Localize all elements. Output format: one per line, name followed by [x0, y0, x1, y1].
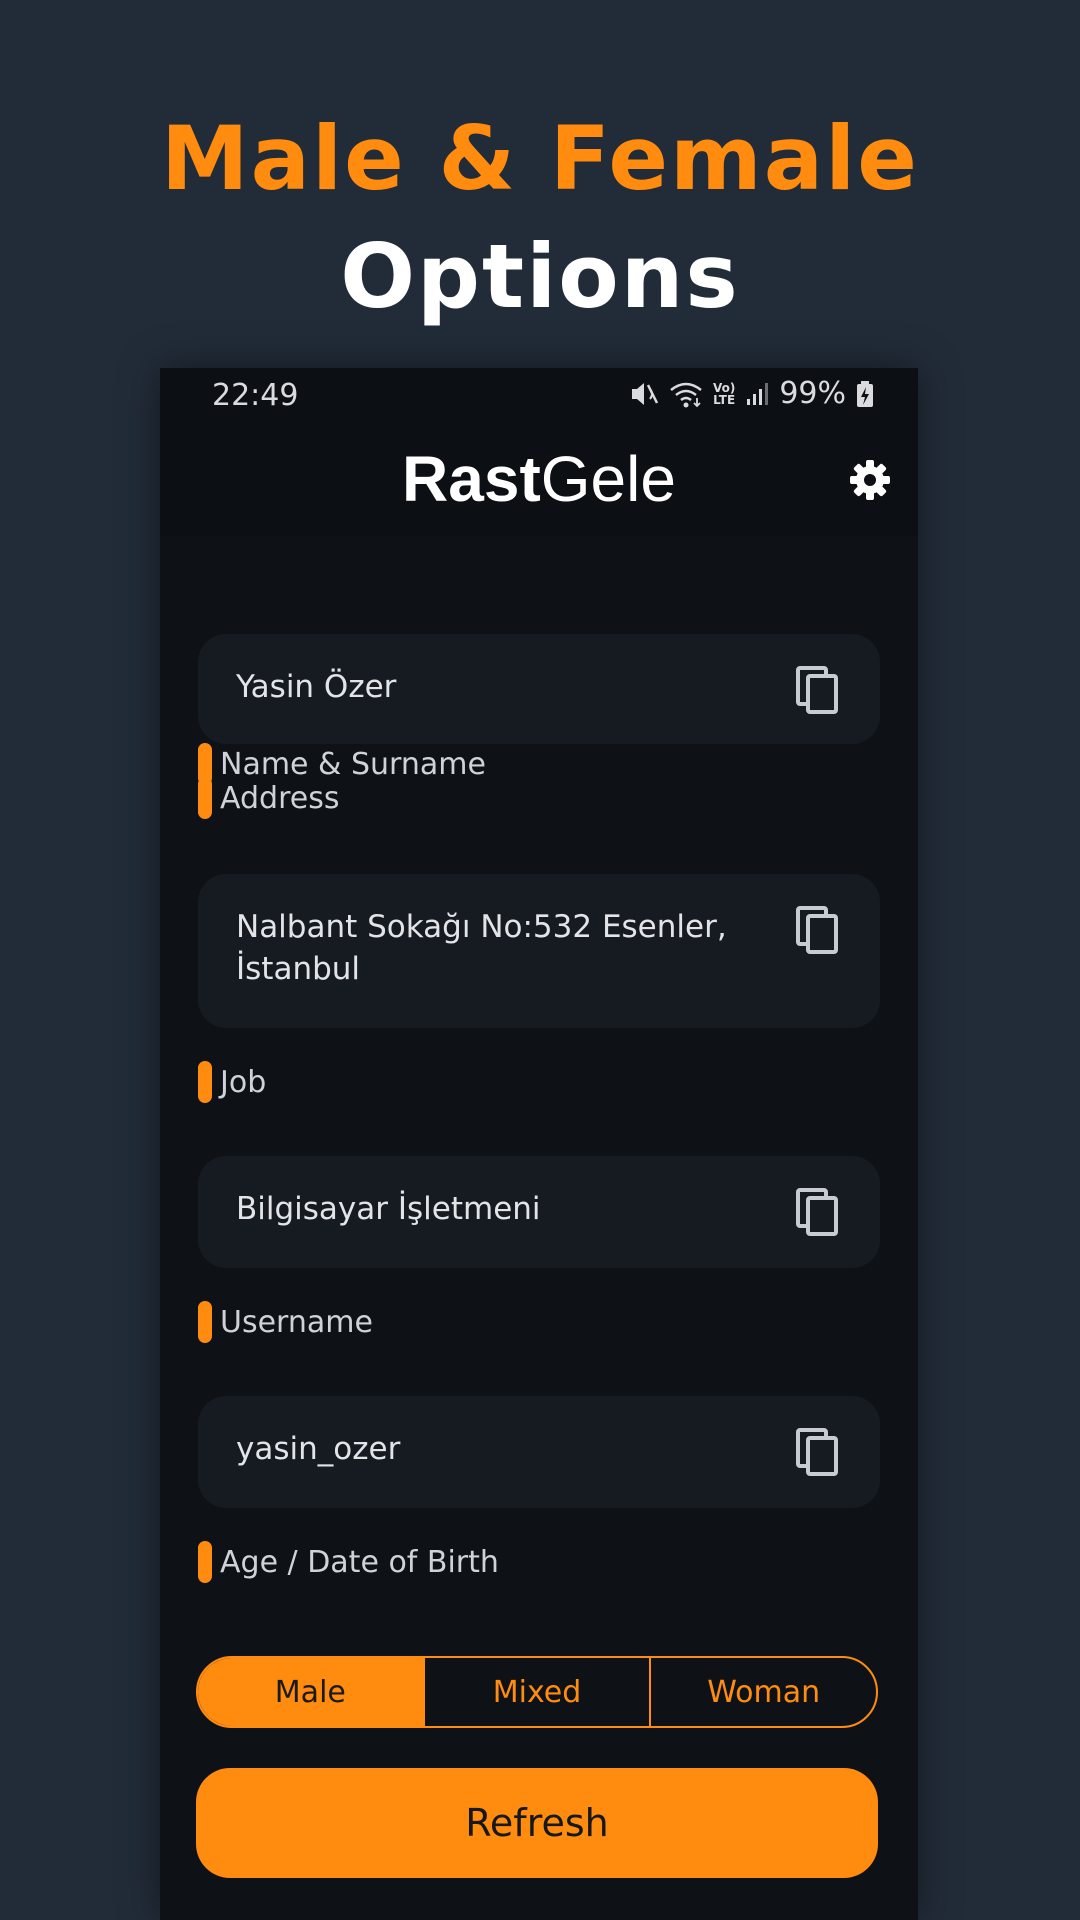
field-value[interactable]: Bilgisayar İşletmeni [236, 1188, 756, 1230]
form-content: Name & Surname Yasin Özer Address Nalban… [160, 536, 918, 1586]
gender-selector: Male Mixed Woman [196, 1656, 878, 1728]
field-username: yasin_ozer [198, 1396, 880, 1508]
label-text: Username [220, 1304, 373, 1340]
app-title-bold: Rast [402, 443, 541, 515]
volte-lte-icon: Vo) LTE [713, 382, 735, 406]
field-address: Nalbant Sokağı No:532 Esenler, İstanbul [198, 874, 880, 1028]
wifi-icon [669, 380, 703, 408]
signal-icon [745, 381, 769, 407]
label-age-dob: Age / Date of Birth [198, 1540, 499, 1584]
label-job: Job [198, 1060, 266, 1104]
label-text: Age / Date of Birth [220, 1544, 499, 1580]
label-username: Username [198, 1300, 373, 1344]
gender-option-woman[interactable]: Woman [649, 1658, 876, 1726]
app-title-light: Gele [540, 443, 676, 515]
field-value[interactable]: yasin_ozer [236, 1428, 756, 1470]
battery-percent: 99% [779, 376, 846, 411]
refresh-button[interactable]: Refresh [196, 1768, 878, 1878]
label-accent-bar [198, 1061, 212, 1103]
label-text: Job [220, 1064, 267, 1100]
label-accent-bar [198, 1541, 212, 1583]
copy-icon[interactable] [794, 1186, 842, 1236]
field-value[interactable]: Nalbant Sokağı No:532 Esenler, İstanbul [236, 906, 756, 990]
status-time: 22:49 [212, 378, 299, 413]
battery-charging-icon [856, 380, 874, 408]
mute-icon [629, 380, 659, 408]
app-title: RastGele [160, 442, 918, 516]
status-bar: 22:49 Vo) LTE 99% [160, 368, 918, 424]
label-text: Address [220, 780, 340, 816]
phone-screen: 22:49 Vo) LTE 99% RastGele Name & Surnam… [160, 368, 918, 1920]
volte-label-top: Vo) [712, 380, 736, 395]
volte-label-bottom: LTE [713, 392, 736, 407]
promo-line-2: Options [340, 225, 740, 328]
promo-heading: Male & Female Options [0, 100, 1080, 336]
label-accent-bar [198, 777, 212, 819]
field-name-surname: Yasin Özer [198, 634, 880, 744]
app-bar: RastGele [160, 424, 918, 536]
field-value[interactable]: Yasin Özer [236, 666, 756, 708]
promo-line-1: Male & Female [161, 107, 919, 210]
copy-icon[interactable] [794, 1426, 842, 1476]
gear-icon[interactable] [848, 458, 892, 502]
copy-icon[interactable] [794, 904, 842, 954]
label-address: Address [198, 776, 339, 820]
field-job: Bilgisayar İşletmeni [198, 1156, 880, 1268]
label-accent-bar [198, 1301, 212, 1343]
status-icons: Vo) LTE 99% [629, 376, 874, 411]
gender-option-mixed[interactable]: Mixed [422, 1658, 650, 1726]
gender-option-male[interactable]: Male [198, 1658, 423, 1726]
copy-icon[interactable] [794, 664, 842, 714]
